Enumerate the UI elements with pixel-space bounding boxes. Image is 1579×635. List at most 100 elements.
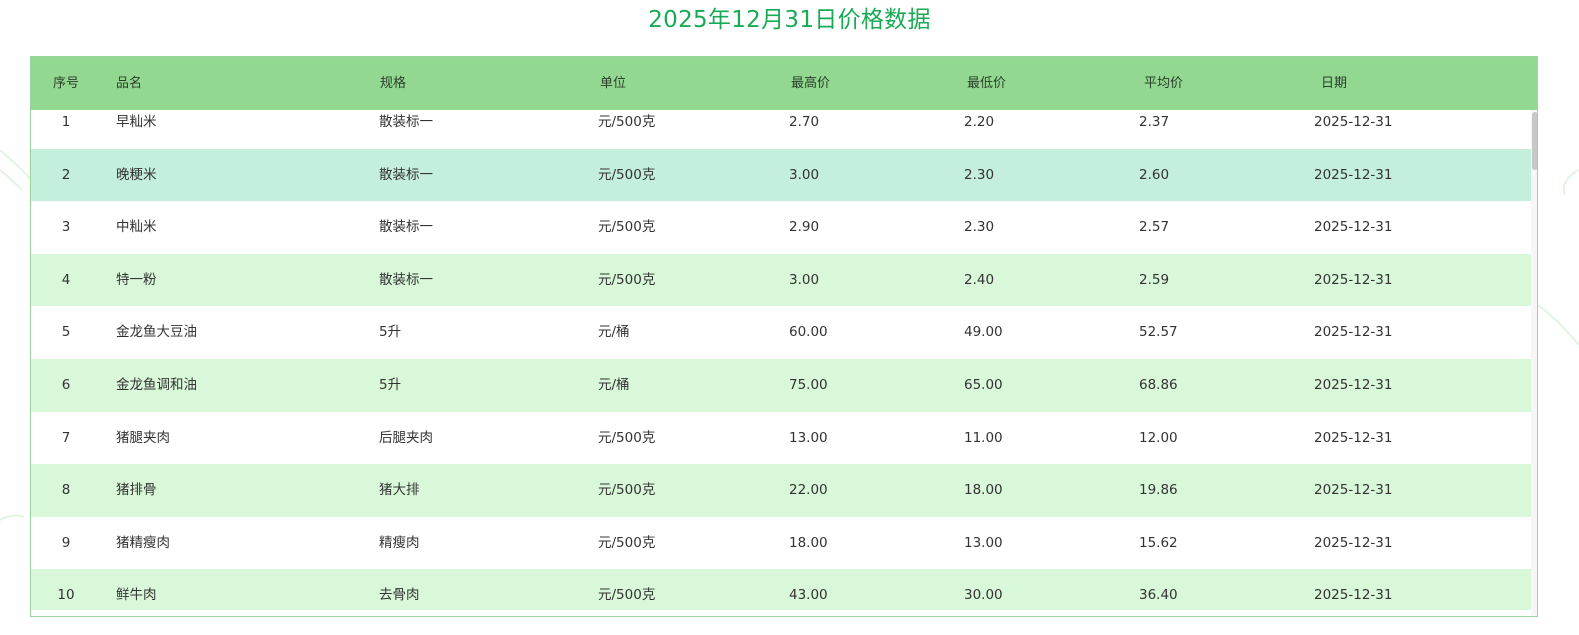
cell-avg-price: 36.40 — [1139, 587, 1178, 604]
table-row[interactable]: 3 中籼米 散装标一 元/500克 2.90 2.30 2.57 2025-12-31 — [31, 201, 1531, 254]
cell-max-price: 13.00 — [789, 429, 828, 446]
cell-min-price: 2.30 — [964, 166, 995, 183]
cell-unit: 元/500克 — [598, 429, 656, 446]
header-avg-price: 平均价 — [1144, 76, 1184, 91]
cell-date: 2025-12-31 — [1314, 534, 1393, 551]
cell-index: 8 — [61, 482, 71, 499]
cell-index: 7 — [61, 429, 71, 446]
cell-date: 2025-12-31 — [1314, 166, 1393, 183]
cell-min-price: 30.00 — [964, 587, 1003, 604]
cell-index: 1 — [61, 114, 71, 130]
cell-spec: 散装标一 — [379, 114, 433, 130]
cell-unit: 元/500克 — [598, 534, 656, 551]
cell-min-price: 49.00 — [964, 324, 1003, 341]
cell-min-price: 13.00 — [964, 534, 1003, 551]
scrollbar-thumb[interactable] — [1532, 112, 1537, 170]
cell-product-name: 猪排骨 — [116, 482, 157, 499]
cell-date: 2025-12-31 — [1314, 324, 1393, 341]
cell-min-price: 2.30 — [964, 219, 995, 236]
cell-spec: 5升 — [379, 324, 402, 341]
cell-avg-price: 15.62 — [1139, 534, 1178, 551]
table-rows: 1 早籼米 散装标一 元/500克 2.70 2.20 2.37 2025-12-31 2 晚粳米… — [31, 110, 1531, 610]
cell-index: 5 — [61, 324, 71, 341]
cell-index: 3 — [61, 219, 71, 236]
cell-spec: 散装标一 — [379, 271, 433, 288]
page-title: 2025年12月31日价格数据 — [648, 7, 931, 33]
background-leaf-decoration — [1563, 169, 1579, 196]
cell-avg-price: 2.59 — [1139, 271, 1170, 288]
cell-avg-price: 12.00 — [1139, 429, 1178, 446]
cell-unit: 元/500克 — [598, 587, 656, 604]
cell-spec: 猪大排 — [379, 482, 420, 499]
header-product-name: 品名 — [116, 76, 143, 91]
cell-max-price: 2.90 — [789, 219, 820, 236]
cell-spec: 散装标一 — [379, 166, 433, 183]
cell-min-price: 18.00 — [964, 482, 1003, 499]
cell-date: 2025-12-31 — [1314, 376, 1393, 393]
cell-date: 2025-12-31 — [1314, 114, 1393, 130]
table-row[interactable]: 6 金龙鱼调和油 5升 元/桶 75.00 65.00 68.86 2025-12-31 — [31, 358, 1531, 412]
table-body[interactable]: 1 早籼米 散装标一 元/500克 2.70 2.20 2.37 2025-12-31 2 晚粳米… — [31, 110, 1531, 610]
cell-product-name: 猪腿夹肉 — [116, 429, 170, 446]
cell-unit: 元/500克 — [598, 166, 656, 183]
cell-unit: 元/500克 — [598, 114, 656, 130]
cell-min-price: 11.00 — [964, 429, 1003, 446]
cell-max-price: 18.00 — [789, 534, 828, 551]
header-spec: 规格 — [380, 76, 407, 91]
cell-index: 4 — [61, 271, 71, 288]
cell-index: 9 — [61, 534, 71, 551]
cell-avg-price: 2.57 — [1139, 219, 1170, 236]
cell-index: 10 — [57, 587, 75, 604]
table-row[interactable]: 9 猪精瘦肉 精瘦肉 元/500克 18.00 13.00 15.62 2025-12-31 — [31, 517, 1531, 570]
cell-max-price: 22.00 — [789, 482, 828, 499]
cell-product-name: 猪精瘦肉 — [116, 534, 170, 551]
cell-min-price: 2.20 — [964, 114, 995, 130]
cell-date: 2025-12-31 — [1314, 271, 1393, 288]
cell-min-price: 65.00 — [964, 376, 1003, 393]
cell-index: 2 — [61, 166, 71, 183]
cell-max-price: 60.00 — [789, 324, 828, 341]
table-row[interactable]: 10 鲜牛肉 去骨肉 元/500克 43.00 30.00 36.40 2025-12-31 — [31, 569, 1531, 610]
cell-unit: 元/桶 — [598, 324, 630, 341]
cell-unit: 元/500克 — [598, 219, 656, 236]
cell-max-price: 2.70 — [789, 114, 820, 130]
cell-product-name: 早籼米 — [116, 114, 157, 130]
price-table: 序号 品名 规格 单位 最高价 最低价 平均价 日期 1 早籼米 散装标一 元/500克 2.70 2.… — [30, 56, 1538, 617]
cell-spec: 散装标一 — [379, 219, 433, 236]
cell-date: 2025-12-31 — [1314, 482, 1393, 499]
table-row[interactable]: 4 特一粉 散装标一 元/500克 3.00 2.40 2.59 2025-12-31 — [31, 253, 1531, 307]
table-row[interactable]: 8 猪排骨 猪大排 元/500克 22.00 18.00 19.86 2025-12-31 — [31, 464, 1531, 517]
table-row[interactable]: 5 金龙鱼大豆油 5升 元/桶 60.00 49.00 52.57 2025-12-31 — [31, 306, 1531, 359]
cell-product-name: 金龙鱼调和油 — [116, 376, 197, 393]
cell-spec: 后腿夹肉 — [379, 429, 433, 446]
cell-max-price: 3.00 — [789, 271, 820, 288]
table-row[interactable]: 2 晚粳米 散装标一 元/500克 3.00 2.30 2.60 2025-12-31 — [31, 148, 1531, 202]
cell-index: 6 — [61, 376, 71, 393]
cell-product-name: 中籼米 — [116, 219, 157, 236]
cell-spec: 5升 — [379, 376, 402, 393]
cell-unit: 元/500克 — [598, 482, 656, 499]
cell-avg-price: 19.86 — [1139, 482, 1178, 499]
cell-date: 2025-12-31 — [1314, 429, 1393, 446]
cell-avg-price: 68.86 — [1139, 376, 1178, 393]
cell-date: 2025-12-31 — [1314, 587, 1393, 604]
background-leaf-decoration — [1538, 304, 1579, 346]
background-leaf-decoration — [0, 514, 25, 521]
cell-avg-price: 2.37 — [1139, 114, 1170, 130]
cell-date: 2025-12-31 — [1314, 219, 1393, 236]
header-unit: 单位 — [600, 76, 627, 91]
cell-product-name: 晚粳米 — [116, 166, 157, 183]
cell-avg-price: 2.60 — [1139, 166, 1170, 183]
header-max-price: 最高价 — [791, 76, 831, 91]
cell-unit: 元/桶 — [598, 376, 630, 393]
cell-spec: 精瘦肉 — [379, 534, 420, 551]
cell-product-name: 特一粉 — [116, 271, 157, 288]
header-min-price: 最低价 — [967, 76, 1007, 91]
cell-unit: 元/500克 — [598, 271, 656, 288]
vertical-scrollbar[interactable] — [1531, 110, 1537, 616]
table-row[interactable]: 7 猪腿夹肉 后腿夹肉 元/500克 13.00 11.00 12.00 2025-12-31 — [31, 412, 1531, 465]
cell-product-name: 鲜牛肉 — [116, 587, 157, 604]
table-header: 序号 品名 规格 单位 最高价 最低价 平均价 日期 — [31, 57, 1537, 110]
cell-min-price: 2.40 — [964, 271, 995, 288]
table-row[interactable]: 1 早籼米 散装标一 元/500克 2.70 2.20 2.37 2025-12-31 — [31, 110, 1531, 149]
